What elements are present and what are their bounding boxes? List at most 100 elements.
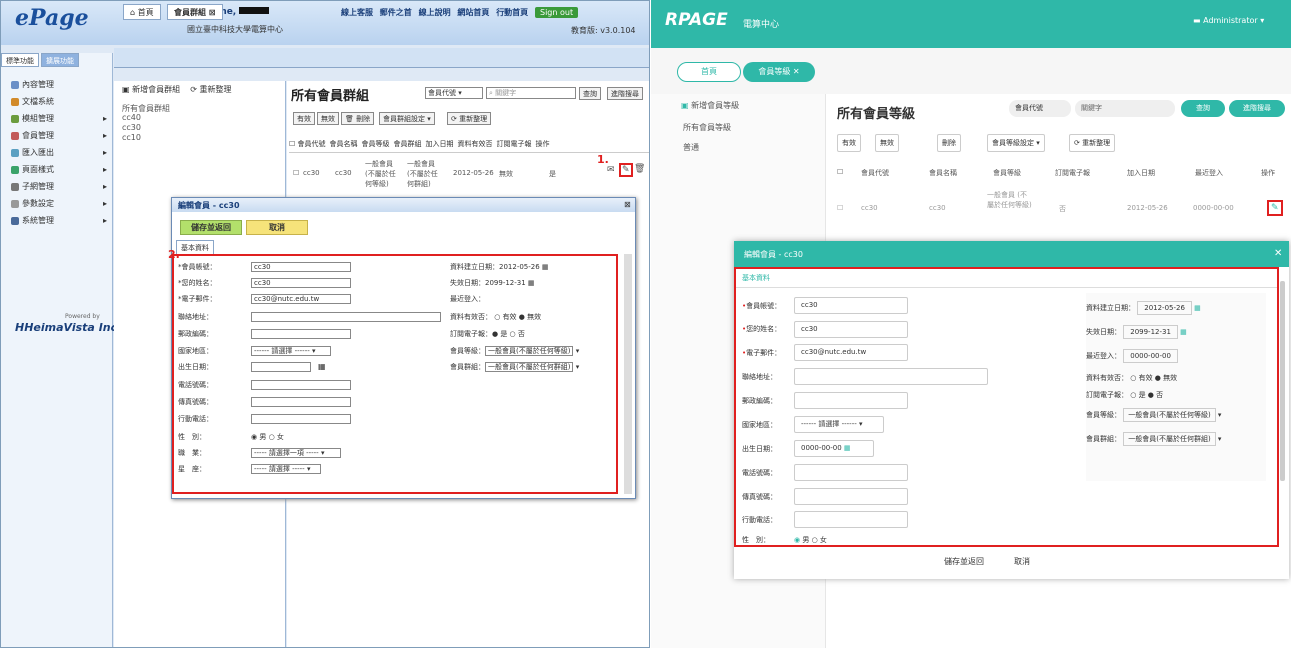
query-button[interactable]: 查詢 [579, 87, 601, 100]
field-select[interactable]: 會員代號 ▾ [425, 87, 483, 99]
admin-menu[interactable]: ▬ Administrator ▾ [1193, 16, 1264, 25]
tab-standard[interactable]: 標準功能 [1, 53, 39, 67]
signout-button[interactable]: Sign out [534, 7, 579, 18]
reload-button[interactable]: ⟳ 重新整理 [1069, 134, 1116, 152]
tab-member-groups[interactable]: 會員群組 ⊠ [167, 4, 223, 20]
search-input[interactable]: 關鍵字 [1075, 100, 1175, 117]
group-select[interactable]: 會員群組： 一般會員(不屬於任何群組) ▾ [450, 362, 579, 372]
group-select[interactable]: 會員群組： 一般會員(不屬於任何群組) ▾ [1086, 432, 1221, 446]
zip-field[interactable] [794, 392, 908, 409]
tree-item[interactable]: cc30 [122, 123, 141, 132]
country-select[interactable]: ------ 請選擇 ------ ▾ [794, 416, 884, 433]
save-return-button[interactable]: 儲存並返回 [180, 220, 242, 235]
field-select[interactable]: 會員代號 [1009, 100, 1071, 117]
zip-field[interactable] [251, 329, 351, 339]
tab-home[interactable]: ⌂ 首頁 [123, 4, 161, 20]
save-return-button[interactable]: 儲存並返回 [944, 553, 1004, 571]
menu-system[interactable]: 系統管理 ▸ [11, 212, 111, 229]
invalid-button[interactable]: 無效 [875, 134, 899, 152]
add-level-button[interactable]: ▣ 新增會員等級 [681, 100, 739, 111]
menu-members[interactable]: 會員管理 ▸ [11, 127, 111, 144]
advanced-search-button[interactable]: 進階搜尋 [1229, 100, 1285, 117]
delete-button[interactable]: 刪除 [937, 134, 961, 152]
phone-field[interactable] [251, 380, 351, 390]
tree-item[interactable]: 所有會員等級 [683, 122, 731, 133]
tree-item[interactable]: cc10 [122, 133, 141, 142]
name-field[interactable]: cc30 [794, 321, 908, 338]
mail-icon[interactable]: ✉ [607, 165, 615, 175]
search-input[interactable]: ⌕ 關鍵字 [486, 87, 576, 99]
add-group-button[interactable]: ▣ 新增會員群組 [122, 85, 180, 94]
valid-button[interactable]: 有效 [837, 134, 861, 152]
job-select[interactable]: ----- 請選擇一項 ----- ▾ [251, 448, 341, 458]
newsletter-radio[interactable]: 訂閱電子報：● 是 ○ 否 [450, 329, 525, 339]
menu-docs[interactable]: 文檔系統 [11, 93, 111, 110]
delete-button[interactable]: 🗑 刪除 [341, 112, 375, 125]
legacy-epage-window: ePage Welcome, 國立臺中科技大學電算中心 線上客服 郵件之首 線上… [0, 0, 650, 648]
zodiac-select[interactable]: ----- 請選擇 ----- ▾ [251, 464, 321, 474]
level-select[interactable]: 會員等級： 一般會員(不屬於任何等級) ▾ [450, 346, 579, 356]
trash-icon[interactable]: 🗑 [634, 164, 645, 174]
fax-field[interactable] [251, 397, 351, 407]
email-field[interactable]: cc30@nutc.edu.tw [794, 344, 908, 361]
scrollbar[interactable] [624, 254, 632, 494]
right-label: 資料建立日期：2012-05-26 ▦ [450, 263, 549, 271]
level-settings-button[interactable]: 會員等級設定 ▾ [987, 134, 1045, 152]
valid-radio[interactable]: 資料有效否： ○ 有效 ● 無效 [450, 312, 541, 322]
scrollbar[interactable] [1280, 281, 1285, 481]
mobile-field[interactable] [794, 511, 908, 528]
account-field[interactable]: cc30 [251, 262, 351, 272]
edit-icon[interactable]: ✎ [1267, 200, 1283, 216]
invalid-button[interactable]: 無效 [317, 112, 339, 125]
birthday-field[interactable] [251, 362, 311, 372]
docs-icon [11, 97, 19, 106]
birthday-field[interactable]: 0000-00-00 ▦ [794, 440, 874, 457]
fax-field[interactable] [794, 488, 908, 505]
address-field[interactable] [794, 368, 988, 385]
refresh-button[interactable]: ⟳ 重新整理 [190, 85, 231, 94]
account-field[interactable]: cc30 [794, 297, 908, 314]
gender-radio[interactable]: ◉ 男 ○ 女 [794, 535, 827, 545]
cancel-button[interactable]: 取消 [1014, 553, 1074, 571]
mobile-field[interactable] [251, 414, 351, 424]
phone-field[interactable] [794, 464, 908, 481]
link-support[interactable]: 線上客服 [341, 8, 373, 17]
country-select[interactable]: ------ 請選擇 ------ ▾ [251, 346, 331, 356]
menu-subsite[interactable]: 子網管理 ▸ [11, 178, 111, 195]
calendar-icon[interactable]: ▦ [844, 444, 851, 452]
advanced-search-button[interactable]: 進階搜尋 [607, 87, 643, 100]
tab-basic-info[interactable]: 基本資料 [176, 240, 214, 255]
valid-radio[interactable]: 資料有效否： ○ 有效 ● 無效 [1086, 373, 1177, 383]
newsletter-radio[interactable]: 訂閱電子報： ○ 是 ● 否 [1086, 390, 1163, 400]
link-mail[interactable]: 郵件之首 [380, 8, 412, 17]
valid-button[interactable]: 有效 [293, 112, 315, 125]
menu-modules[interactable]: 模組管理 ▸ [11, 110, 111, 127]
name-field[interactable]: cc30 [251, 278, 351, 288]
level-select[interactable]: 會員等級： 一般會員(不屬於任何等級) ▾ [1086, 408, 1221, 422]
query-button[interactable]: 查詢 [1181, 100, 1225, 117]
cancel-button[interactable]: 取消 [246, 220, 308, 235]
edit-icon[interactable]: ✎ [619, 163, 633, 177]
menu-content[interactable]: 內容管理 [11, 76, 111, 93]
address-field[interactable] [251, 312, 441, 322]
reload-button[interactable]: ⟳ 重新整理 [447, 112, 492, 125]
menu-params[interactable]: 參數設定 ▸ [11, 195, 111, 212]
close-icon[interactable]: ⊠ [624, 200, 631, 209]
link-home[interactable]: 網站首頁 [457, 8, 489, 17]
close-icon[interactable]: ✕ [1274, 248, 1282, 259]
tab-extended[interactable]: 擴展功能 [41, 53, 79, 67]
link-mobile[interactable]: 行動首頁 [496, 8, 528, 17]
menu-import[interactable]: 匯入匯出 ▸ [11, 144, 111, 161]
group-settings-button[interactable]: 會員群組設定 ▾ [379, 112, 435, 125]
tab-basic-info[interactable]: 基本資料 [742, 273, 770, 283]
tab-home[interactable]: 首頁 [677, 62, 741, 82]
link-help[interactable]: 線上說明 [419, 8, 451, 17]
tab-member-levels[interactable]: 會員等級 ✕ [743, 62, 815, 82]
menu-styles[interactable]: 頁面樣式 ▸ [11, 161, 111, 178]
tree-item[interactable]: 普通 [683, 142, 699, 153]
gender-radio[interactable]: ◉ 男 ○ 女 [251, 432, 284, 442]
close-icon[interactable]: ⊠ [209, 8, 216, 17]
tree-item[interactable]: cc40 [122, 113, 141, 122]
calendar-icon[interactable]: ▦ [318, 362, 326, 371]
email-field[interactable]: cc30@nutc.edu.tw [251, 294, 351, 304]
